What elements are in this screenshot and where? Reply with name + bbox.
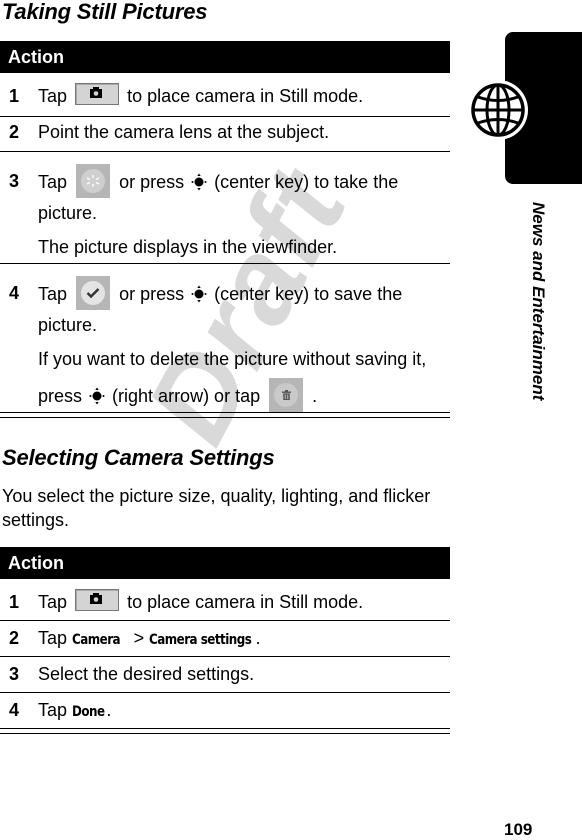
table-header: Action bbox=[0, 547, 450, 579]
step-number: 4 bbox=[9, 700, 20, 720]
table-row: 1 Tap to place camera in Still mode. bbox=[0, 73, 450, 117]
action-table-camera-settings: Action 1 Tap to place camera in Still mo… bbox=[0, 547, 450, 734]
table-row: 3 Select the desired settings. bbox=[0, 657, 450, 693]
step-number: 3 bbox=[9, 664, 20, 684]
step-text: (right arrow) or tap bbox=[112, 386, 261, 406]
table-header: Action bbox=[0, 41, 450, 73]
step-note-line: press (right arrow) or tap . bbox=[38, 378, 448, 412]
camera-still-mode-icon bbox=[75, 589, 120, 611]
step-number: 1 bbox=[9, 592, 20, 612]
step-note: If you want to delete the picture withou… bbox=[38, 349, 427, 369]
step-text: or press bbox=[119, 284, 185, 304]
section-title-selecting-camera-settings: Selecting Camera Settings bbox=[2, 445, 275, 470]
nav-right-arrow-key-icon bbox=[89, 387, 105, 405]
step-number: 1 bbox=[9, 86, 20, 106]
action-table-still-pictures: Action 1 Tap to place camera in Still mo… bbox=[0, 41, 450, 418]
nav-center-key-icon bbox=[191, 173, 207, 191]
chapter-label: News and Entertainment bbox=[529, 202, 548, 401]
menu-command-done: Done bbox=[72, 704, 105, 720]
step-text: Tap bbox=[38, 172, 68, 192]
table-row: 2 Point the camera lens at the subject. bbox=[0, 117, 450, 152]
menu-separator: > bbox=[133, 628, 145, 648]
table-row: 1 Tap to place camera in Still mode. bbox=[0, 579, 450, 621]
page-number: 109 bbox=[504, 820, 533, 839]
step-text: press bbox=[38, 386, 83, 406]
step-number: 2 bbox=[9, 122, 20, 142]
menu-command-camera: Camera bbox=[72, 632, 121, 648]
section-title-taking-still-pictures: Taking Still Pictures bbox=[2, 0, 208, 24]
table-row: 4 Tap Done. bbox=[0, 693, 450, 728]
nav-center-key-icon bbox=[191, 285, 207, 303]
table-bottom-rule bbox=[0, 728, 450, 734]
capture-shutter-icon bbox=[76, 164, 111, 198]
trash-delete-icon bbox=[269, 378, 304, 412]
globe-icon bbox=[468, 80, 528, 140]
section-intro: You select the picture size, quality, li… bbox=[2, 486, 431, 530]
step-text: Tap bbox=[38, 628, 68, 648]
step-text: Point the camera lens at the subject. bbox=[38, 122, 330, 142]
menu-command-camera-settings: Camera settings bbox=[149, 632, 252, 648]
step-text: Tap bbox=[38, 700, 68, 720]
step-number: 4 bbox=[9, 283, 20, 303]
step-number: 3 bbox=[9, 171, 20, 191]
table-bottom-rule bbox=[0, 412, 450, 418]
step-text: to place camera in Still mode. bbox=[127, 86, 364, 106]
step-number: 2 bbox=[9, 628, 20, 648]
step-note: The picture displays in the viewfinder. bbox=[38, 237, 338, 257]
step-text: Select the desired settings. bbox=[38, 664, 255, 684]
camera-still-mode-icon bbox=[75, 83, 120, 105]
step-text: . bbox=[312, 386, 318, 406]
step-text: to place camera in Still mode. bbox=[127, 592, 364, 612]
table-row: 2 Tap Camera > Camera settings. bbox=[0, 621, 450, 657]
step-text: Tap bbox=[38, 284, 68, 304]
checkmark-save-icon bbox=[76, 276, 111, 310]
manual-page: Taking Still Pictures Action 1 Tap to pl… bbox=[0, 0, 582, 839]
step-text: . bbox=[255, 628, 261, 648]
table-row: 4 Tap or press (center key) to save the … bbox=[0, 264, 450, 412]
step-text: Tap bbox=[38, 592, 68, 612]
step-text: . bbox=[106, 700, 112, 720]
step-text: or press bbox=[119, 172, 185, 192]
step-text: Tap bbox=[38, 86, 68, 106]
table-row: 3 Tap or press (center key) to take the … bbox=[0, 152, 450, 264]
